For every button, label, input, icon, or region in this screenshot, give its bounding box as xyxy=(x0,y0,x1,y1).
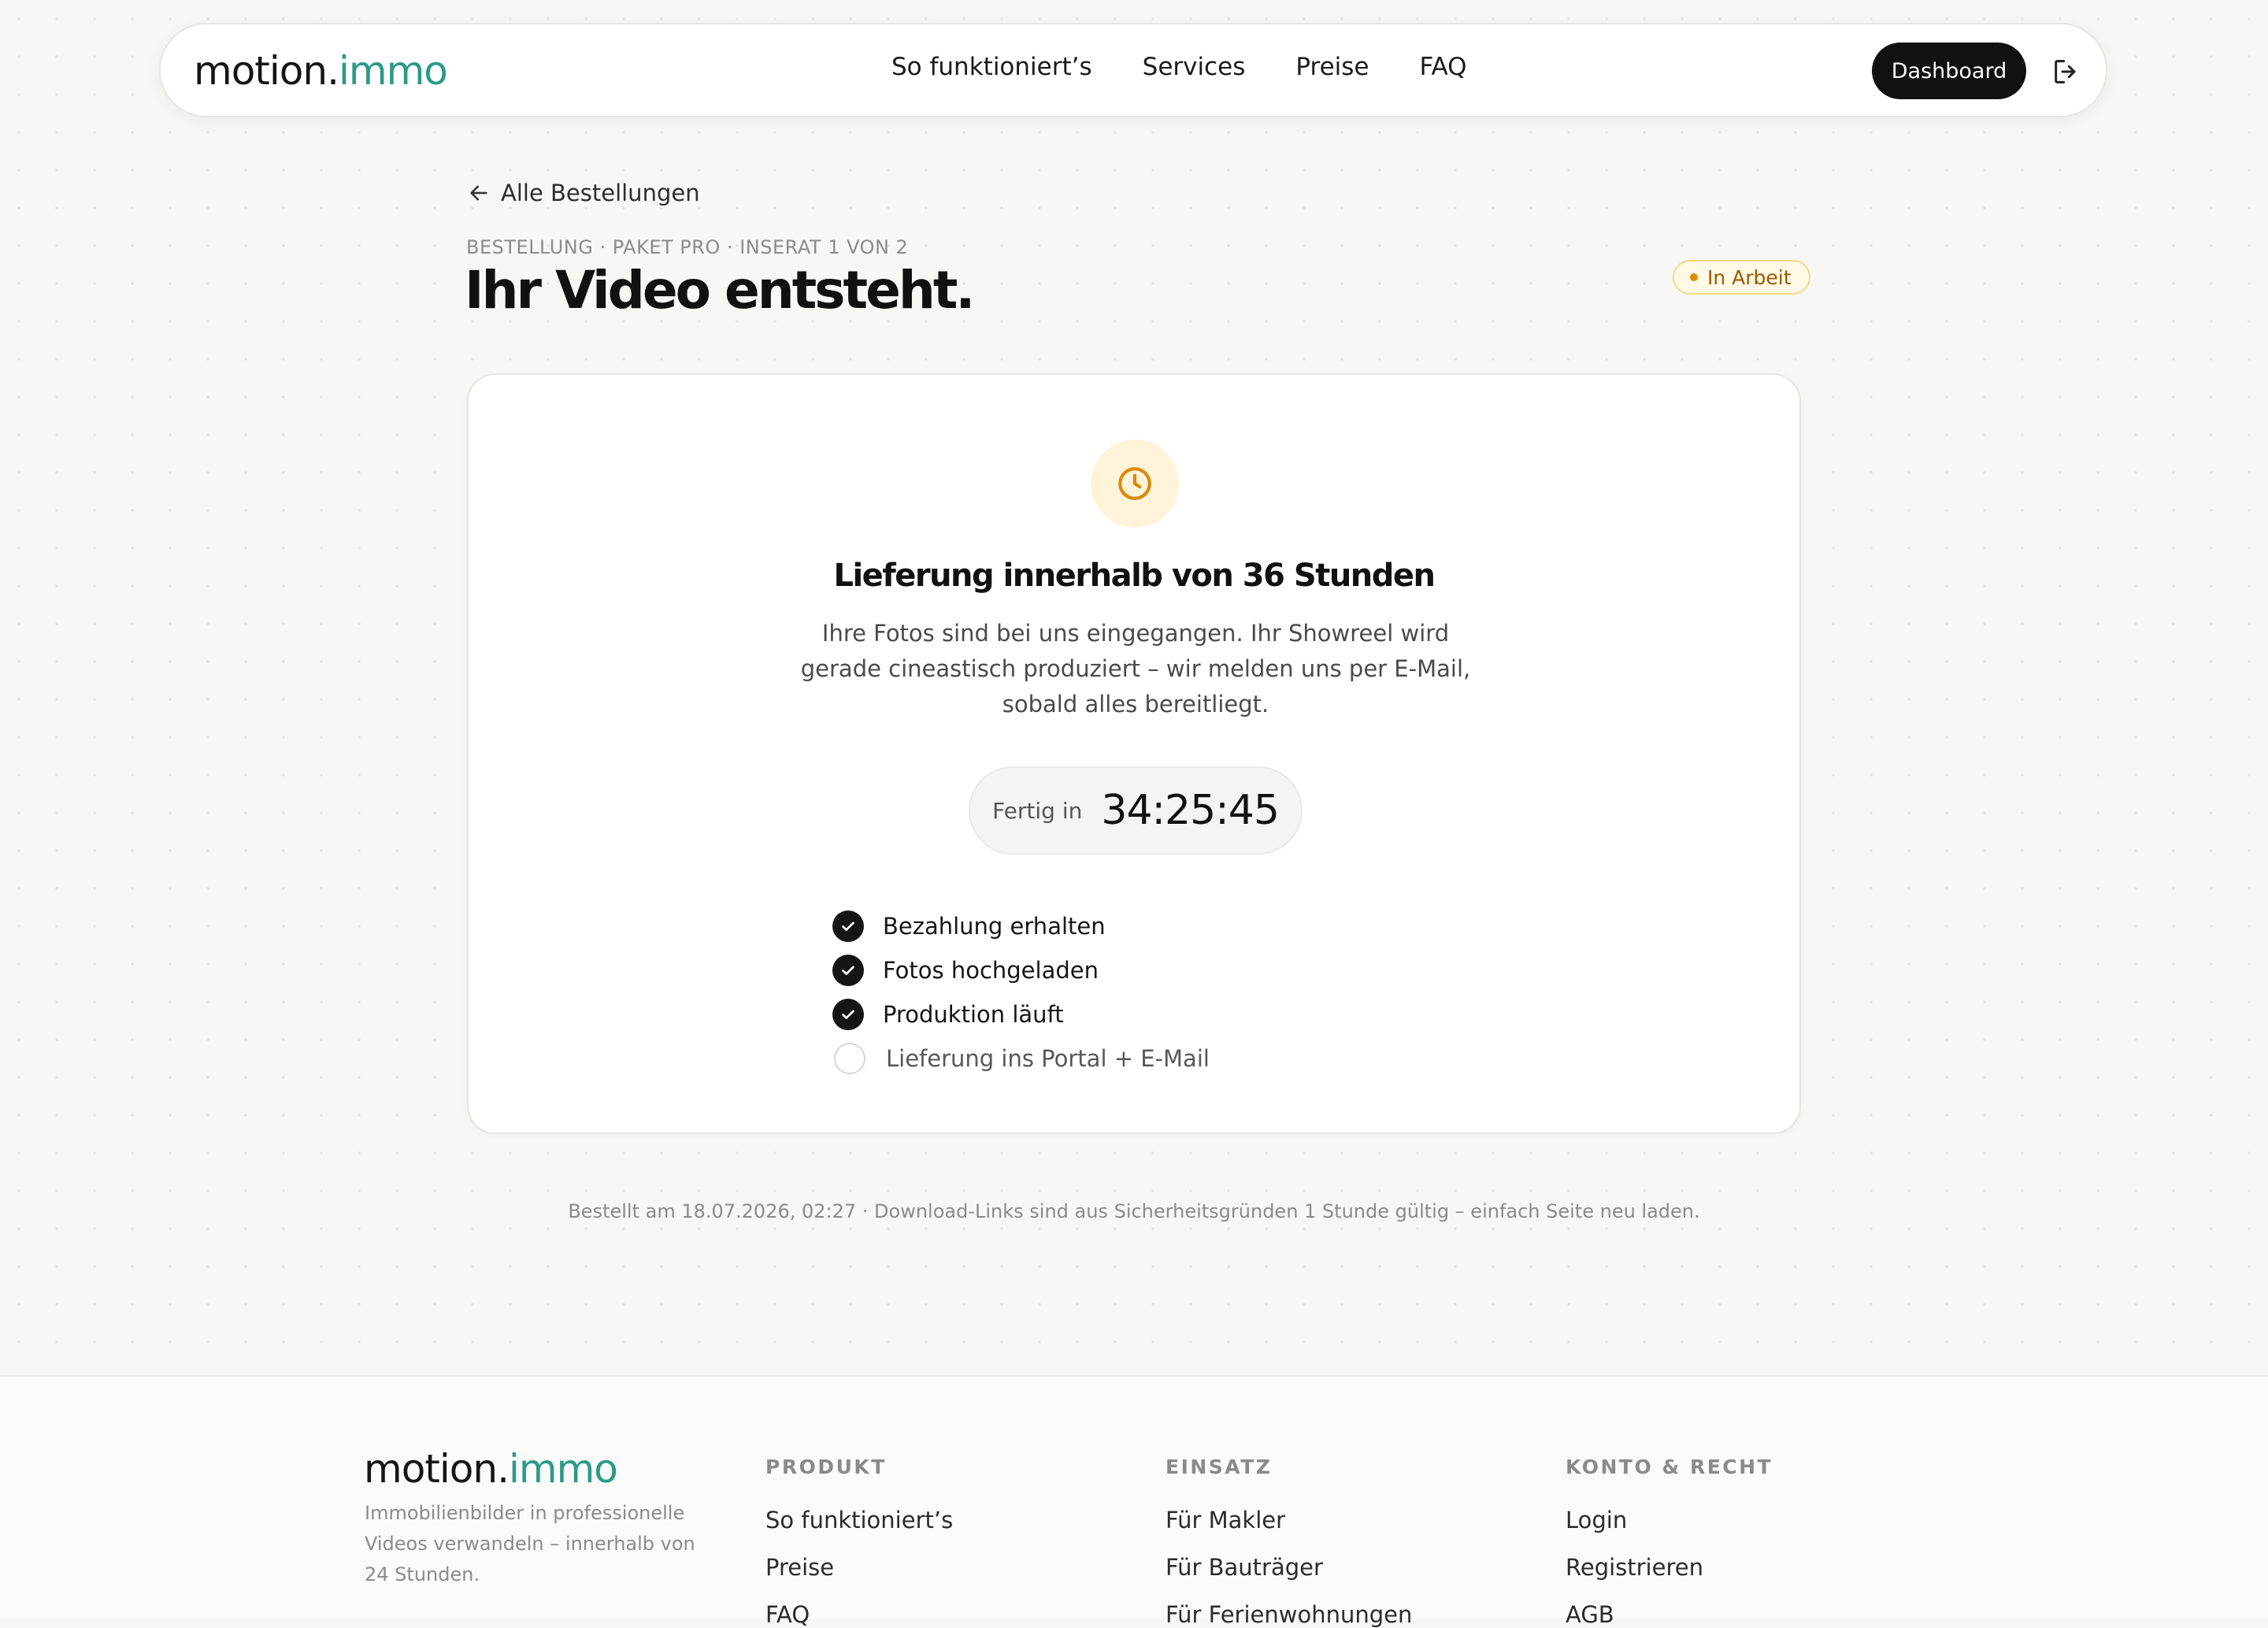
step-production: Produktion läuft xyxy=(832,992,1210,1037)
progress-steps: Bezahlung erhalten Fotos hochgeladen Pro… xyxy=(832,904,1210,1081)
footer-link[interactable]: FAQ xyxy=(765,1603,953,1626)
logout-icon[interactable] xyxy=(2051,56,2082,87)
top-navigation: motion.immo So funktioniert’s Services P… xyxy=(159,23,2107,117)
footer-column-account: KONTO & RECHT Login Registrieren AGB xyxy=(1566,1456,1773,1626)
footer-link[interactable]: So funktioniert’s xyxy=(765,1508,953,1532)
check-icon xyxy=(832,910,864,942)
footer-column-heading: EINSATZ xyxy=(1166,1456,1273,1478)
status-badge: In Arbeit xyxy=(1673,260,1810,295)
delivery-card: Lieferung innerhalb von 36 Stunden Ihre … xyxy=(467,373,1801,1134)
footer-link[interactable]: Für Ferienwohnungen xyxy=(1166,1603,1412,1626)
footer-link[interactable]: Registrieren xyxy=(1566,1556,1773,1579)
delivery-description: Ihre Fotos sind bei uns eingegangen. Ihr… xyxy=(800,620,1471,718)
step-photos: Fotos hochgeladen xyxy=(832,948,1210,992)
footer-tagline: Immobilienbilder in professionelle Video… xyxy=(365,1502,695,1585)
status-badge-label: In Arbeit xyxy=(1707,265,1792,289)
step-label: Produktion läuft xyxy=(883,1001,1064,1028)
back-link[interactable]: Alle Bestellungen xyxy=(468,180,700,206)
footer-logo[interactable]: motion.immo xyxy=(364,1446,618,1492)
nav-links: So funktioniert’s Services Preise FAQ xyxy=(891,53,1467,81)
countdown-label: Fertig in xyxy=(992,797,1083,824)
nav-link-how-it-works[interactable]: So funktioniert’s xyxy=(891,53,1092,81)
delivery-title: Lieferung innerhalb von 36 Stunden xyxy=(833,558,1436,594)
back-link-label: Alle Bestellungen xyxy=(501,180,700,206)
clock-icon xyxy=(1091,439,1179,528)
check-icon xyxy=(832,999,864,1030)
step-delivery: Lieferung ins Portal + E-Mail xyxy=(832,1037,1210,1081)
footer-link[interactable]: AGB xyxy=(1566,1603,1773,1626)
nav-link-pricing[interactable]: Preise xyxy=(1295,53,1369,81)
nav-link-faq[interactable]: FAQ xyxy=(1420,53,1467,81)
order-breadcrumb: BESTELLUNG · PAKET PRO · INSERAT 1 VON 2 xyxy=(466,236,909,258)
arrow-left-icon xyxy=(470,185,487,201)
nav-link-services[interactable]: Services xyxy=(1143,53,1246,81)
footer-column-usage: EINSATZ Für Makler Für Bauträger Für Fer… xyxy=(1166,1456,1412,1626)
countdown-timer: Fertig in 34:25:45 xyxy=(969,766,1303,855)
step-label: Bezahlung erhalten xyxy=(883,913,1106,940)
brand-logo[interactable]: motion.immo xyxy=(194,48,448,94)
check-icon xyxy=(832,955,864,986)
order-footnote: Bestellt am 18.07.2026, 02:27 · Download… xyxy=(568,1200,1700,1222)
footer-link[interactable]: Für Bauträger xyxy=(1166,1556,1412,1579)
footer-link[interactable]: Preise xyxy=(765,1556,953,1579)
site-footer: motion.immo Immobilienbilder in professi… xyxy=(0,1375,2268,1626)
page-title: Ihr Video entsteht. xyxy=(465,260,975,321)
empty-circle-icon xyxy=(834,1043,865,1074)
footer-link[interactable]: Für Makler xyxy=(1166,1508,1412,1532)
step-payment: Bezahlung erhalten xyxy=(832,904,1210,948)
footer-column-product: PRODUKT So funktioniert’s Preise FAQ xyxy=(765,1456,953,1626)
countdown-value: 34:25:45 xyxy=(1101,787,1280,834)
step-label: Lieferung ins Portal + E-Mail xyxy=(886,1045,1210,1072)
footer-link[interactable]: Login xyxy=(1566,1508,1773,1532)
step-label: Fotos hochgeladen xyxy=(883,957,1099,984)
status-dot-icon xyxy=(1690,273,1698,281)
footer-column-heading: PRODUKT xyxy=(765,1456,887,1478)
footer-column-heading: KONTO & RECHT xyxy=(1566,1456,1773,1478)
dashboard-button[interactable]: Dashboard xyxy=(1872,43,2026,99)
